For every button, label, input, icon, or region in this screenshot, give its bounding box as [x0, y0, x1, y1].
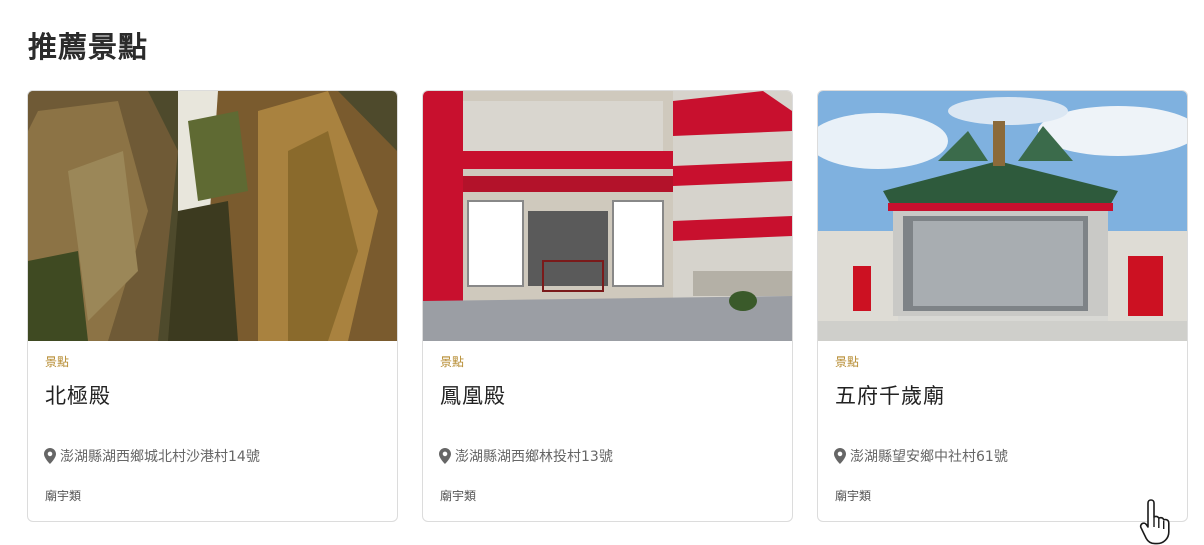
card-title[interactable]: 五府千歲廟	[835, 380, 945, 410]
card-title[interactable]: 鳳凰殿	[440, 380, 506, 410]
attraction-photo-rocks[interactable]	[28, 91, 397, 341]
card-address-text: 澎湖縣湖西鄉城北村沙港村14號	[60, 449, 260, 465]
attraction-photo-temple-sky[interactable]	[818, 91, 1187, 341]
attraction-card-wufu-temple[interactable]: 景點 五府千歲廟 澎湖縣望安鄉中社村61號 廟宇類	[817, 90, 1188, 522]
attraction-photo-temple-front[interactable]	[423, 91, 792, 341]
card-category: 景點	[45, 355, 70, 369]
card-category: 景點	[835, 355, 860, 369]
card-address: 澎湖縣望安鄉中社村61號	[834, 446, 1008, 466]
card-address: 澎湖縣湖西鄉林投村13號	[439, 446, 613, 466]
card-category: 景點	[440, 355, 465, 369]
card-address-text: 澎湖縣湖西鄉林投村13號	[455, 449, 613, 465]
map-pin-icon	[439, 448, 451, 464]
card-type: 廟宇類	[440, 489, 477, 503]
attraction-card-list: 景點 北極殿 澎湖縣湖西鄉城北村沙港村14號 廟宇類 景點 鳳凰殿 澎湖縣湖西鄉…	[27, 90, 1189, 522]
attraction-card-fenghuang-temple[interactable]: 景點 鳳凰殿 澎湖縣湖西鄉林投村13號 廟宇類	[422, 90, 793, 522]
card-title[interactable]: 北極殿	[45, 380, 111, 410]
section-title: 推薦景點	[28, 30, 149, 64]
map-pin-icon	[834, 448, 846, 464]
card-type: 廟宇類	[835, 489, 872, 503]
card-type: 廟宇類	[45, 489, 82, 503]
card-address-text: 澎湖縣望安鄉中社村61號	[850, 449, 1008, 465]
attraction-card-beiji-temple[interactable]: 景點 北極殿 澎湖縣湖西鄉城北村沙港村14號 廟宇類	[27, 90, 398, 522]
card-address: 澎湖縣湖西鄉城北村沙港村14號	[44, 446, 260, 466]
hand-pointer-icon	[1139, 499, 1170, 545]
map-pin-icon	[44, 448, 56, 464]
